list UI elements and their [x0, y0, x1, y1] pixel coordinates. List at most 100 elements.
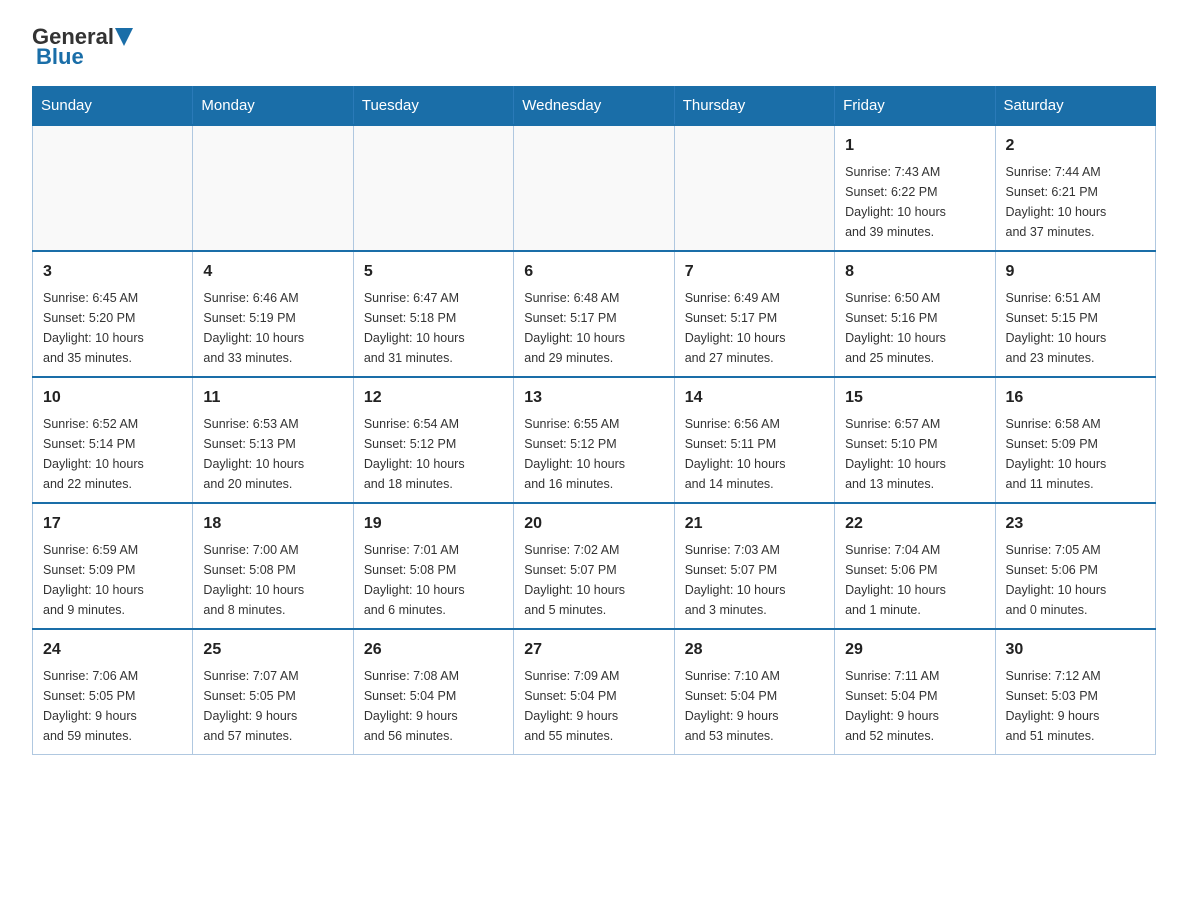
day-number: 10 [43, 386, 182, 410]
week-row-5: 24 Sunrise: 7:06 AMSunset: 5:05 PMDayligh… [33, 629, 1156, 755]
day-header-friday: Friday [835, 87, 995, 126]
week-row-3: 10 Sunrise: 6:52 AMSunset: 5:14 PMDayligh… [33, 377, 1156, 503]
day-number: 1 [845, 134, 984, 158]
day-info: Sunrise: 7:01 AMSunset: 5:08 PMDaylight:… [364, 543, 465, 617]
day-number: 21 [685, 512, 824, 536]
day-info: Sunrise: 7:06 AMSunset: 5:05 PMDaylight:… [43, 669, 138, 743]
day-number: 17 [43, 512, 182, 536]
calendar-cell: 10 Sunrise: 6:52 AMSunset: 5:14 PMDayligh… [33, 377, 193, 503]
calendar-cell: 28 Sunrise: 7:10 AMSunset: 5:04 PMDayligh… [674, 629, 834, 755]
calendar-cell: 17 Sunrise: 6:59 AMSunset: 5:09 PMDayligh… [33, 503, 193, 629]
logo-blue-text: Blue [36, 44, 84, 69]
day-info: Sunrise: 6:59 AMSunset: 5:09 PMDaylight:… [43, 543, 144, 617]
day-header-sunday: Sunday [33, 87, 193, 126]
calendar-cell: 16 Sunrise: 6:58 AMSunset: 5:09 PMDayligh… [995, 377, 1155, 503]
day-number: 18 [203, 512, 342, 536]
day-number: 9 [1006, 260, 1145, 284]
day-info: Sunrise: 6:45 AMSunset: 5:20 PMDaylight:… [43, 291, 144, 365]
calendar-cell [674, 125, 834, 251]
day-info: Sunrise: 7:44 AMSunset: 6:21 PMDaylight:… [1006, 165, 1107, 239]
day-number: 20 [524, 512, 663, 536]
calendar-body: 1 Sunrise: 7:43 AMSunset: 6:22 PMDaylight… [33, 125, 1156, 755]
calendar-cell: 29Sunrise: 7:11 AMSunset: 5:04 PMDayligh… [835, 629, 995, 755]
calendar-cell: 22Sunrise: 7:04 AMSunset: 5:06 PMDayligh… [835, 503, 995, 629]
day-info: Sunrise: 7:07 AMSunset: 5:05 PMDaylight:… [203, 669, 298, 743]
day-number: 23 [1006, 512, 1145, 536]
day-number: 2 [1006, 134, 1145, 158]
day-info: Sunrise: 7:00 AMSunset: 5:08 PMDaylight:… [203, 543, 304, 617]
day-header-saturday: Saturday [995, 87, 1155, 126]
calendar-cell: 7 Sunrise: 6:49 AMSunset: 5:17 PMDaylight… [674, 251, 834, 377]
day-header-wednesday: Wednesday [514, 87, 674, 126]
day-info: Sunrise: 6:54 AMSunset: 5:12 PMDaylight:… [364, 417, 465, 491]
calendar-cell [33, 125, 193, 251]
day-info: Sunrise: 7:12 AMSunset: 5:03 PMDaylight:… [1006, 669, 1101, 743]
calendar-cell: 21Sunrise: 7:03 AMSunset: 5:07 PMDayligh… [674, 503, 834, 629]
calendar-table: SundayMondayTuesdayWednesdayThursdayFrid… [32, 86, 1156, 755]
day-number: 28 [685, 638, 824, 662]
page-header: General Blue [32, 24, 1156, 70]
day-header-monday: Monday [193, 87, 353, 126]
day-info: Sunrise: 6:55 AMSunset: 5:12 PMDaylight:… [524, 417, 625, 491]
calendar-cell: 14 Sunrise: 6:56 AMSunset: 5:11 PMDayligh… [674, 377, 834, 503]
day-info: Sunrise: 6:49 AMSunset: 5:17 PMDaylight:… [685, 291, 786, 365]
day-info: Sunrise: 7:02 AMSunset: 5:07 PMDaylight:… [524, 543, 625, 617]
calendar-cell: 9 Sunrise: 6:51 AMSunset: 5:15 PMDaylight… [995, 251, 1155, 377]
day-info: Sunrise: 7:43 AMSunset: 6:22 PMDaylight:… [845, 165, 946, 239]
day-number: 3 [43, 260, 182, 284]
day-number: 12 [364, 386, 503, 410]
calendar-cell: 4Sunrise: 6:46 AMSunset: 5:19 PMDaylight… [193, 251, 353, 377]
day-number: 30 [1006, 638, 1145, 662]
day-info: Sunrise: 6:53 AMSunset: 5:13 PMDaylight:… [203, 417, 304, 491]
day-number: 24 [43, 638, 182, 662]
day-number: 8 [845, 260, 984, 284]
day-info: Sunrise: 7:11 AMSunset: 5:04 PMDaylight:… [845, 669, 939, 743]
day-number: 19 [364, 512, 503, 536]
calendar-cell: 20 Sunrise: 7:02 AMSunset: 5:07 PMDayligh… [514, 503, 674, 629]
day-info: Sunrise: 7:10 AMSunset: 5:04 PMDaylight:… [685, 669, 780, 743]
calendar-cell: 23Sunrise: 7:05 AMSunset: 5:06 PMDayligh… [995, 503, 1155, 629]
day-number: 5 [364, 260, 503, 284]
calendar-cell: 3 Sunrise: 6:45 AMSunset: 5:20 PMDaylight… [33, 251, 193, 377]
calendar-cell [514, 125, 674, 251]
day-info: Sunrise: 6:47 AMSunset: 5:18 PMDaylight:… [364, 291, 465, 365]
calendar-cell: 26 Sunrise: 7:08 AMSunset: 5:04 PMDayligh… [353, 629, 513, 755]
day-number: 13 [524, 386, 663, 410]
calendar-header: SundayMondayTuesdayWednesdayThursdayFrid… [33, 87, 1156, 126]
day-info: Sunrise: 7:09 AMSunset: 5:04 PMDaylight:… [524, 669, 619, 743]
calendar-cell: 24 Sunrise: 7:06 AMSunset: 5:05 PMDayligh… [33, 629, 193, 755]
calendar-cell: 18 Sunrise: 7:00 AMSunset: 5:08 PMDayligh… [193, 503, 353, 629]
calendar-cell: 1 Sunrise: 7:43 AMSunset: 6:22 PMDaylight… [835, 125, 995, 251]
day-number: 4 [203, 260, 342, 284]
day-info: Sunrise: 6:51 AMSunset: 5:15 PMDaylight:… [1006, 291, 1107, 365]
logo: General Blue [32, 24, 134, 70]
day-number: 25 [203, 638, 342, 662]
calendar-cell: 15Sunrise: 6:57 AMSunset: 5:10 PMDayligh… [835, 377, 995, 503]
day-number: 27 [524, 638, 663, 662]
day-info: Sunrise: 6:48 AMSunset: 5:17 PMDaylight:… [524, 291, 625, 365]
day-info: Sunrise: 6:50 AMSunset: 5:16 PMDaylight:… [845, 291, 946, 365]
day-info: Sunrise: 6:56 AMSunset: 5:11 PMDaylight:… [685, 417, 786, 491]
day-number: 16 [1006, 386, 1145, 410]
day-number: 7 [685, 260, 824, 284]
calendar-cell: 2 Sunrise: 7:44 AMSunset: 6:21 PMDaylight… [995, 125, 1155, 251]
calendar-cell: 8 Sunrise: 6:50 AMSunset: 5:16 PMDaylight… [835, 251, 995, 377]
day-info: Sunrise: 7:08 AMSunset: 5:04 PMDaylight:… [364, 669, 459, 743]
header-row: SundayMondayTuesdayWednesdayThursdayFrid… [33, 87, 1156, 126]
day-number: 15 [845, 386, 984, 410]
day-number: 14 [685, 386, 824, 410]
day-number: 11 [203, 386, 342, 410]
day-info: Sunrise: 6:52 AMSunset: 5:14 PMDaylight:… [43, 417, 144, 491]
week-row-2: 3 Sunrise: 6:45 AMSunset: 5:20 PMDaylight… [33, 251, 1156, 377]
calendar-cell: 12 Sunrise: 6:54 AMSunset: 5:12 PMDayligh… [353, 377, 513, 503]
day-number: 26 [364, 638, 503, 662]
day-number: 22 [845, 512, 984, 536]
calendar-cell: 13 Sunrise: 6:55 AMSunset: 5:12 PMDayligh… [514, 377, 674, 503]
day-info: Sunrise: 6:58 AMSunset: 5:09 PMDaylight:… [1006, 417, 1107, 491]
calendar-cell: 19 Sunrise: 7:01 AMSunset: 5:08 PMDayligh… [353, 503, 513, 629]
calendar-cell: 27 Sunrise: 7:09 AMSunset: 5:04 PMDayligh… [514, 629, 674, 755]
calendar-cell: 25 Sunrise: 7:07 AMSunset: 5:05 PMDayligh… [193, 629, 353, 755]
day-header-thursday: Thursday [674, 87, 834, 126]
calendar-cell: 11 Sunrise: 6:53 AMSunset: 5:13 PMDayligh… [193, 377, 353, 503]
week-row-4: 17 Sunrise: 6:59 AMSunset: 5:09 PMDayligh… [33, 503, 1156, 629]
